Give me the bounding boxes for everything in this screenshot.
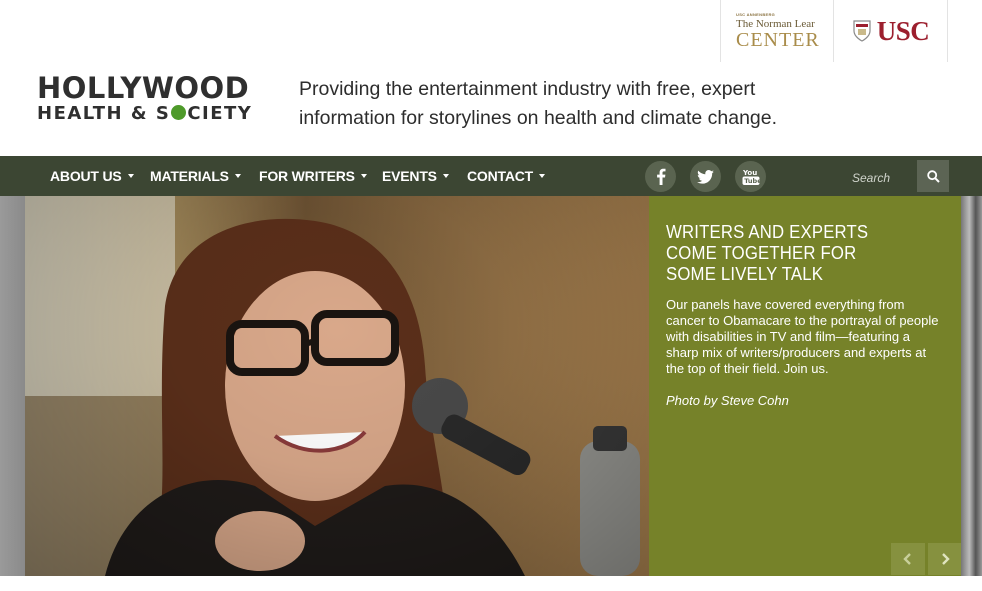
previous-slide-peek <box>0 196 25 576</box>
nav-item-for-writers[interactable]: FOR WRITERS <box>259 156 367 196</box>
chevron-left-icon <box>903 553 911 565</box>
lear-center-text: CENTER <box>736 29 820 51</box>
search-button[interactable] <box>917 160 949 192</box>
caret-down-icon <box>539 174 545 178</box>
lear-small-text: USC ANNENBERG <box>736 12 776 17</box>
caret-down-icon <box>234 174 241 178</box>
chevron-right-icon <box>942 553 950 565</box>
hero-body: Our panels have covered everything from … <box>666 297 939 376</box>
logo-line2-a: HEALTH & S <box>37 103 171 124</box>
hero-photo <box>25 196 649 576</box>
partner-logos: USC ANNENBERG The Norman Lear CENTER USC <box>720 0 948 62</box>
site-tagline: Providing the entertainment industry wit… <box>299 78 778 129</box>
photo-credit: Photo by Steve Cohn <box>666 393 789 408</box>
svg-text:You: You <box>742 169 757 177</box>
next-slide-peek <box>961 196 982 576</box>
nav-item-label: EVENTS <box>382 168 437 184</box>
hero-title: WRITERS AND EXPERTS COME TOGETHER FOR SO… <box>666 222 869 284</box>
search-input[interactable] <box>847 165 917 191</box>
logo-line2: HEALTH & S CIETY <box>37 103 277 125</box>
usc-shield-icon <box>853 20 871 42</box>
hero-caption-panel: WRITERS AND EXPERTS COME TOGETHER FOR SO… <box>649 196 961 576</box>
nav-item-label: CONTACT <box>467 168 533 184</box>
nav-item-materials[interactable]: MATERIALS <box>150 156 241 196</box>
svg-text:Tube: Tube <box>744 177 760 185</box>
norman-lear-center-logo[interactable]: USC ANNENBERG The Norman Lear CENTER <box>720 0 833 62</box>
search-icon <box>926 169 940 183</box>
logo-line2-b: CIETY <box>187 103 253 124</box>
globe-icon <box>171 105 187 120</box>
youtube-icon: You Tube <box>742 169 760 185</box>
nav-item-label: MATERIALS <box>150 168 229 184</box>
next-slide-button[interactable] <box>928 543 962 575</box>
previous-slide-button[interactable] <box>891 543 925 575</box>
twitter-icon <box>697 169 714 184</box>
caret-down-icon <box>442 174 449 178</box>
facebook-button[interactable] <box>645 161 676 192</box>
caret-down-icon <box>127 174 134 178</box>
usc-logo[interactable]: USC <box>833 0 948 62</box>
nav-item-events[interactable]: EVENTS <box>382 156 449 196</box>
youtube-button[interactable]: You Tube <box>735 161 766 192</box>
nav-item-label: FOR WRITERS <box>259 168 355 184</box>
usc-text: USC <box>876 15 930 46</box>
caret-down-icon <box>360 174 367 178</box>
nav-item-about-us[interactable]: ABOUT US <box>50 156 134 196</box>
facebook-icon <box>656 168 665 185</box>
hero-slider: WRITERS AND EXPERTS COME TOGETHER FOR SO… <box>0 196 982 576</box>
logo-line1: HOLLYWOOD <box>37 71 250 105</box>
photo-vignette <box>25 196 649 576</box>
nav-item-label: ABOUT US <box>50 168 122 184</box>
site-logo[interactable]: HOLLYWOOD HEALTH & S CIETY <box>37 73 277 125</box>
twitter-button[interactable] <box>690 161 721 192</box>
nav-item-contact[interactable]: CONTACT <box>467 156 545 196</box>
